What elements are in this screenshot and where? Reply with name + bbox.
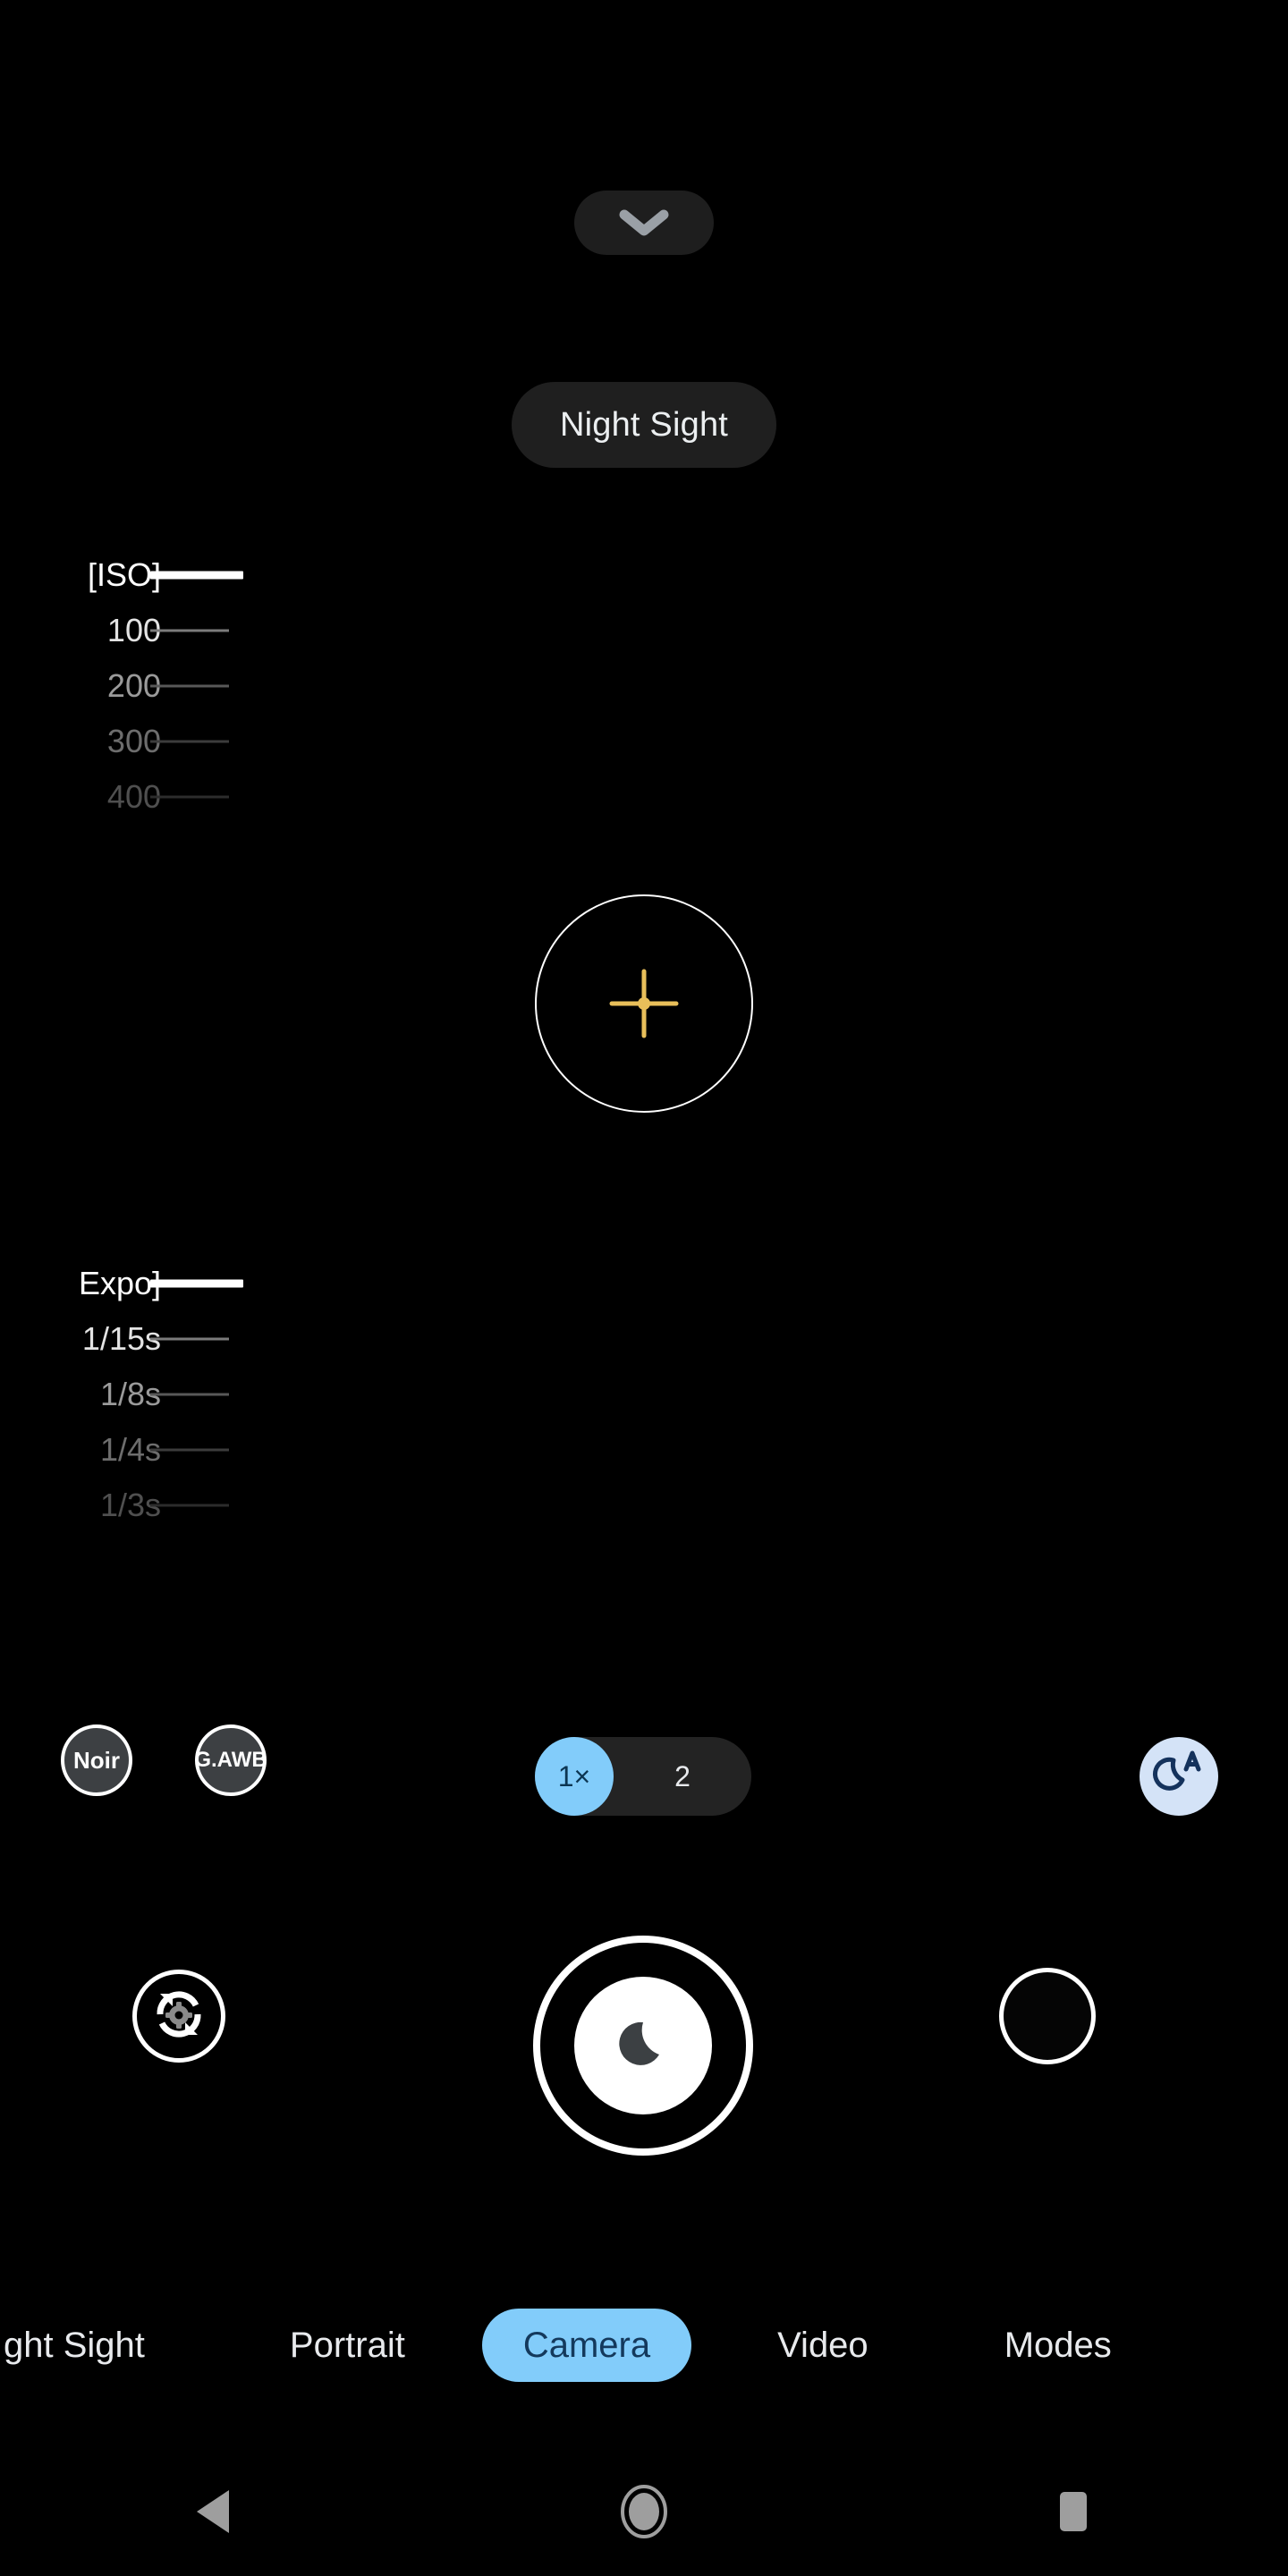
exposure-slider-row[interactable]: 1/4s [0, 1422, 268, 1478]
tab-portrait-label: Portrait [289, 2326, 405, 2365]
iso-slider-tick [150, 740, 229, 743]
filter-chip-gawb-label: G.AWB [194, 1748, 267, 1772]
tab-night-sight-label: ght Sight [4, 2326, 145, 2365]
tab-modes-label: Modes [1004, 2326, 1112, 2365]
tab-portrait[interactable]: Portrait [267, 2309, 428, 2382]
iso-slider-label: 400 [106, 778, 161, 815]
recents-square-icon [1053, 2488, 1094, 2539]
tab-night-sight[interactable]: ght Sight [0, 2309, 168, 2382]
exposure-slider-tick [150, 1337, 229, 1341]
tab-camera[interactable]: Camera [481, 2309, 692, 2382]
exposure-slider-tick-active [150, 1279, 243, 1288]
tab-video[interactable]: Video [754, 2309, 892, 2382]
zoom-option-1x[interactable]: 1× [535, 1737, 614, 1816]
exposure-slider-tick [150, 1393, 229, 1396]
chevron-down-icon [619, 208, 669, 237]
exposure-slider-tick [150, 1504, 229, 1507]
iso-slider-label: [ISO] [87, 556, 161, 593]
back-triangle-icon [191, 2487, 238, 2541]
tab-video-label: Video [777, 2326, 869, 2365]
mode-badge: Night Sight [512, 382, 776, 468]
iso-slider-tick [150, 795, 229, 799]
exposure-slider[interactable]: Expo] 1/15s 1/8s 1/4s 1/3s [0, 1256, 268, 1533]
exposure-slider-label: 1/3s [99, 1487, 161, 1523]
tab-camera-label: Camera [522, 2326, 651, 2365]
mode-tab-bar[interactable]: ght Sight Portrait Camera Video Modes [0, 2292, 1288, 2399]
exposure-slider-row[interactable]: 1/3s [0, 1478, 268, 1533]
flip-camera-settings-icon [140, 1976, 217, 2057]
mode-badge-label: Night Sight [559, 405, 729, 444]
exposure-slider-tick [150, 1448, 229, 1452]
filter-chip-noir-label: Noir [73, 1746, 120, 1774]
exposure-slider-row-selected[interactable]: Expo] [0, 1256, 268, 1311]
iso-slider-tick [150, 684, 229, 688]
collapse-controls-button[interactable] [574, 191, 714, 255]
tab-modes[interactable]: Modes [981, 2309, 1135, 2382]
filter-chip-gawb[interactable]: G.AWB [194, 1724, 267, 1796]
zoom-toggle[interactable]: 1× 2 [535, 1737, 751, 1816]
iso-slider[interactable]: [ISO] 100 200 300 400 [0, 547, 268, 825]
iso-slider-row-selected[interactable]: [ISO] [0, 547, 268, 603]
exposure-slider-row[interactable]: 1/15s [0, 1311, 268, 1367]
nav-home-button[interactable] [572, 2451, 716, 2576]
zoom-option-2x-label: 2 [674, 1759, 691, 1792]
iso-slider-row[interactable]: 100 [0, 603, 268, 658]
filter-chip-noir[interactable]: Noir [61, 1724, 132, 1796]
exposure-slider-row[interactable]: 1/8s [0, 1367, 268, 1422]
night-sight-moon-icon [607, 2008, 679, 2084]
exposure-slider-label: 1/4s [99, 1431, 161, 1468]
shutter-inner [574, 1977, 712, 2114]
exposure-slider-label: 1/15s [81, 1320, 161, 1357]
nav-recents-button[interactable] [1002, 2451, 1145, 2576]
iso-slider-row[interactable]: 300 [0, 714, 268, 769]
focus-reticle[interactable] [535, 894, 753, 1113]
flip-camera-button[interactable] [132, 1970, 225, 2063]
iso-slider-label: 200 [106, 667, 161, 704]
zoom-option-2x[interactable]: 2 [614, 1737, 751, 1816]
nav-back-button[interactable] [143, 2451, 286, 2576]
android-navigation-bar [0, 2451, 1288, 2576]
gallery-thumbnail-button[interactable] [999, 1968, 1096, 2064]
night-sight-auto-button[interactable] [1140, 1737, 1218, 1816]
iso-slider-tick-active [150, 571, 243, 580]
exposure-slider-label: 1/8s [99, 1376, 161, 1412]
zoom-option-1x-label: 1× [557, 1759, 591, 1792]
iso-slider-label: 100 [106, 612, 161, 648]
night-mode-auto-icon [1150, 1746, 1208, 1808]
exposure-slider-label: Expo] [78, 1265, 161, 1301]
iso-slider-tick [150, 629, 229, 632]
home-circle-icon [619, 2483, 669, 2545]
shutter-button[interactable] [533, 1936, 753, 2156]
iso-slider-row[interactable]: 200 [0, 658, 268, 714]
iso-slider-label: 300 [106, 723, 161, 759]
iso-slider-row[interactable]: 400 [0, 769, 268, 825]
